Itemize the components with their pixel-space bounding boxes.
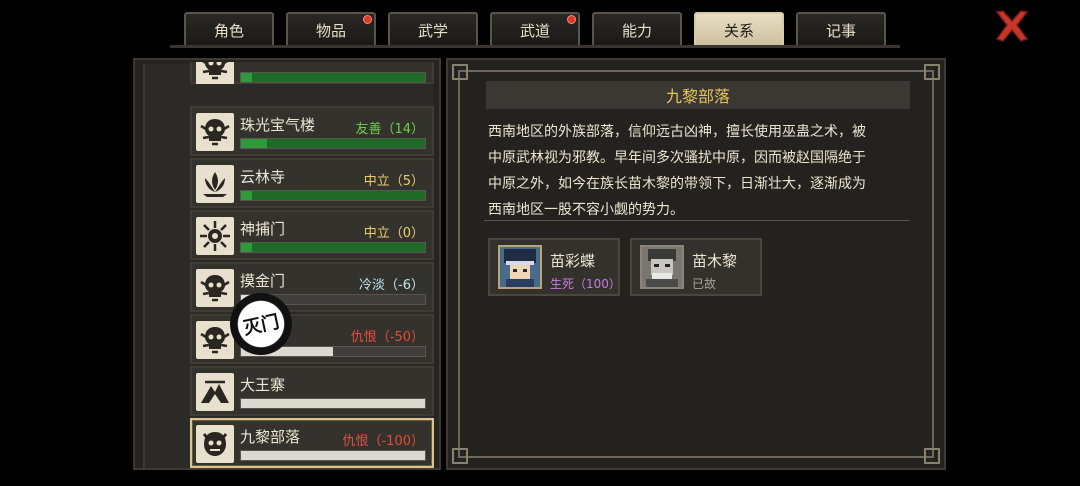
notification-dot-icon [567,15,576,24]
portrait-icon [642,247,682,287]
skull-crest-icon [196,113,234,151]
faction-name: 大王寨 [240,376,286,394]
relation-bar-fill [241,399,425,408]
faction-name: 神捕门 [240,220,286,238]
tab-martial-way[interactable]: 武道 [490,12,580,46]
lotus-icon [196,165,234,203]
tab-label: 武道 [519,21,550,40]
frame-corner [452,64,468,80]
skull-crest-icon [196,62,234,84]
frame-corner [924,448,940,464]
tab-label: 物品 [315,21,346,40]
tab-bar: 角色 物品 武学 武道 能力 关系 记事 [170,12,900,48]
relation-bar-fill [241,73,253,82]
skull-crest-icon [196,321,234,359]
frame-corner [924,64,940,80]
relation-bar-fill [241,451,425,460]
mountain-icon [196,373,234,411]
tab-label: 武学 [417,21,448,40]
close-button[interactable] [992,8,1032,44]
faction-relation-status: 仇恨（-100） [342,434,424,449]
tab-label: 记事 [825,21,856,40]
tab-relations[interactable]: 关系 [694,12,784,46]
tab-label: 角色 [213,21,244,40]
close-x-icon [995,10,1029,42]
relation-bar [240,398,426,409]
tab-label: 关系 [723,21,754,40]
relation-bar [240,72,426,83]
faction-detail-panel: 九黎部落 西南地区的外族部落，信仰远古凶神，擅长使用巫蛊之术，被 中原武林视为邪… [446,58,946,470]
member-status: 生死（100） [550,277,621,291]
portrait-icon [500,247,540,287]
member-status: 已故 [692,277,717,291]
tab-journal[interactable]: 记事 [796,12,886,46]
faction-title: 九黎部落 [486,81,910,109]
tab-abilities[interactable]: 能力 [592,12,682,46]
relation-bar [240,242,426,253]
skull-crest-icon [196,269,234,307]
faction-row[interactable]: 神捕门 中立（0） [190,210,434,260]
frame-corner [452,448,468,464]
faction-row[interactable]: 大王寨 [190,366,434,416]
faction-row[interactable]: 九黎部落 仇恨（-100） [190,418,434,468]
faction-relation-status: 冷淡（-6） [359,278,424,293]
faction-relation-status: 中立（0） [363,226,424,241]
notification-dot-icon [363,15,372,24]
faction-row[interactable]: 皇城司仇恨（-50） [190,314,434,364]
description-line: 中原之外，如今在族长苗木黎的带领下，日渐壮大，逐渐成为 [488,176,866,192]
member-name: 苗木黎 [692,252,738,270]
faction-relation-status: 仇恨（-50） [350,330,424,345]
tab-label: 能力 [621,21,652,40]
member-name: 苗彩蝶 [550,252,596,270]
faction-name: 云林寺 [240,168,286,186]
faction-name: 摸金门 [240,272,286,290]
sun-crest-icon [196,217,234,255]
demon-mask-icon [196,425,234,463]
faction-description: 西南地区的外族部落，信仰远古凶神，擅长使用巫蛊之术，被 中原武林视为邪教。早年间… [488,119,908,223]
tab-items[interactable]: 物品 [286,12,376,46]
tab-martial-arts[interactable]: 武学 [388,12,478,46]
tab-character[interactable]: 角色 [184,12,274,46]
description-line: 西南地区的外族部落，信仰远古凶神，擅长使用巫蛊之术，被 [488,124,866,140]
faction-name: 珠光宝气楼 [240,116,316,134]
member-card-miao-muli[interactable]: 苗木黎 已故 [630,238,762,296]
faction-row[interactable]: 珠光宝气楼 友善（14） [190,106,434,156]
relation-bar-fill [241,243,253,252]
faction-relation-status: 友善（14） [355,122,424,137]
avatar [498,245,542,289]
avatar [640,245,684,289]
relation-bar [240,190,426,201]
faction-row[interactable]: 摸金门 冷淡（-6） [190,262,434,312]
faction-row[interactable]: 云林寺 中立（5） [190,158,434,208]
description-line: 中原武林视为邪教。早年间多次骚扰中原，因而被赵国隔绝于 [488,150,866,166]
divider [484,220,910,221]
relation-bar-fill [241,191,253,200]
faction-relation-status: 中立（5） [363,174,424,189]
stamp-text: 灭门 [241,311,282,340]
relation-bar-fill [241,139,267,148]
relation-bar [240,450,426,461]
member-card-miao-caidie[interactable]: 苗彩蝶 生死（100） [488,238,621,296]
faction-name: 九黎部落 [240,428,301,446]
relation-bar [240,138,426,149]
